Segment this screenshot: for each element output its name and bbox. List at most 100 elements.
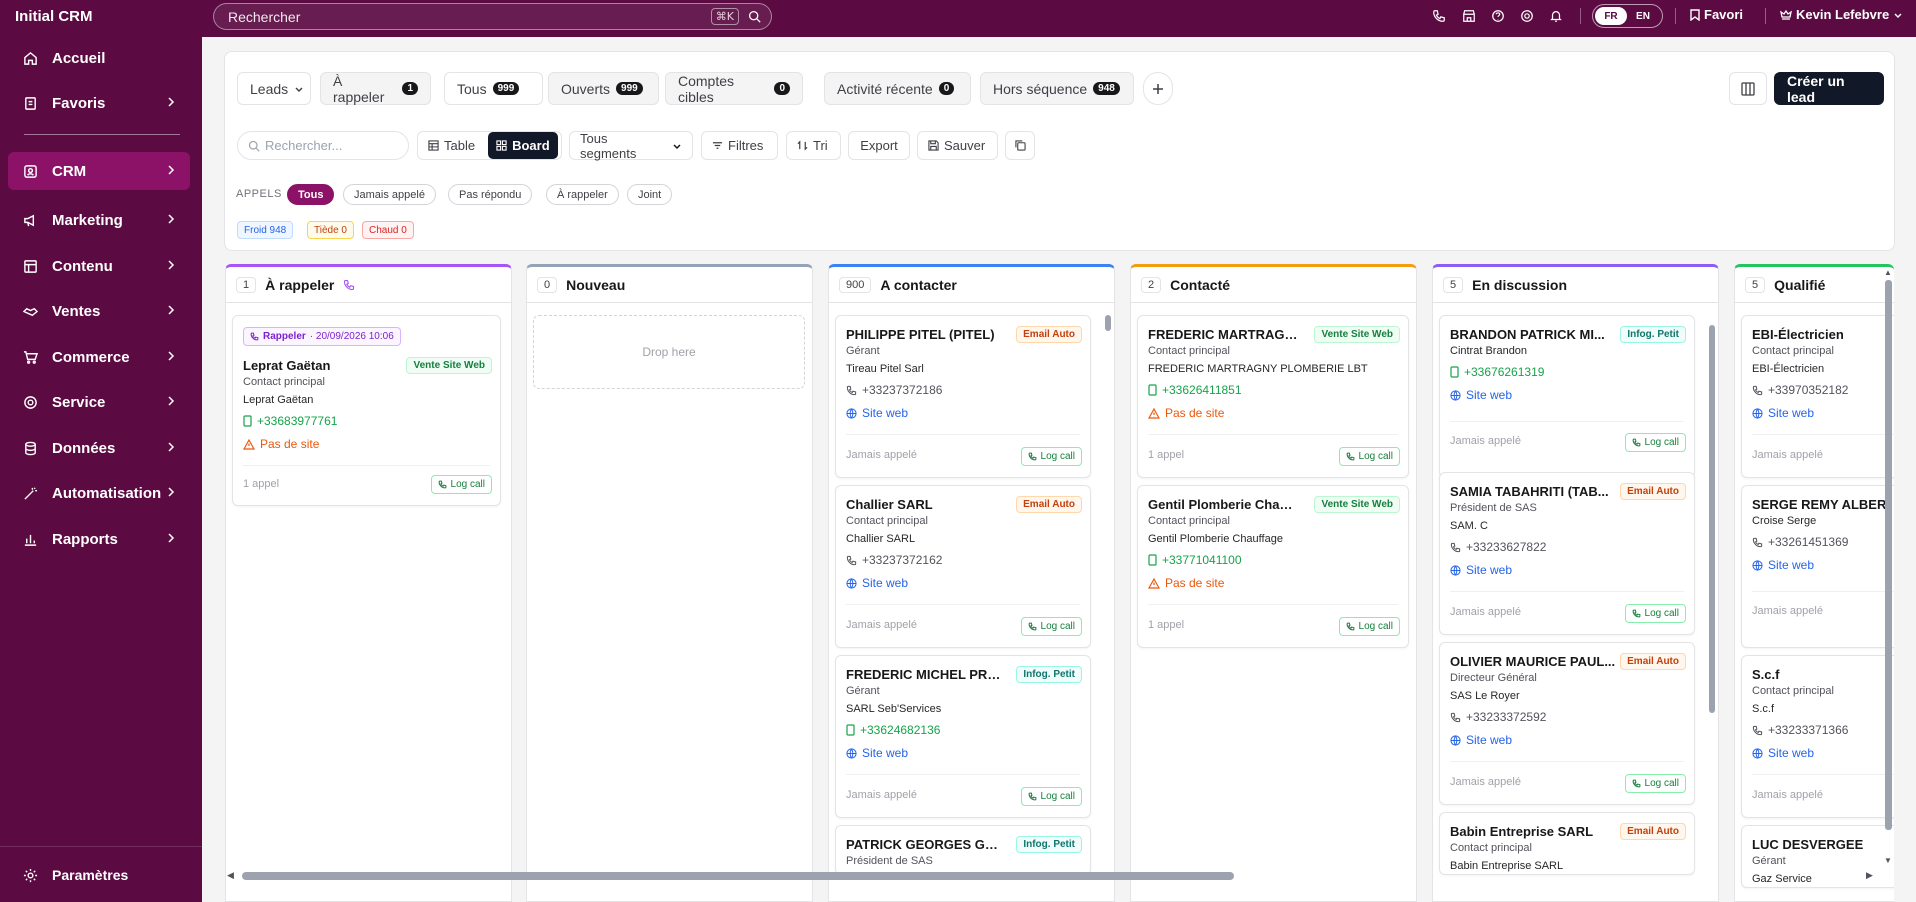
scroll-up-arrow-icon[interactable]: ▲ [1884,268,1892,277]
settings-icon[interactable] [1519,8,1535,24]
drop-zone[interactable]: Drop here [533,315,805,389]
bell-icon[interactable] [1548,8,1564,24]
scroll-down-arrow-icon[interactable]: ▼ [1884,856,1892,865]
lead-card[interactable]: PATRICK GEORGES GUY... Infog. Petit Prés… [835,825,1091,875]
sidebar-item-ventes[interactable]: Ventes [8,292,190,330]
sidebar-item-favoris[interactable]: Favoris [8,84,190,122]
phone-icon[interactable] [1431,8,1447,24]
store-icon[interactable] [1461,8,1477,24]
user-menu[interactable]: Kevin Lefebvre [1780,7,1903,22]
save-button[interactable]: Sauver [917,131,998,160]
lead-phone[interactable]: +33233372592 [1450,710,1546,724]
lead-website-link[interactable]: Site web [1752,746,1814,760]
tab-ouverts[interactable]: Ouverts 999 [548,72,659,105]
lang-fr-button[interactable]: FR [1595,7,1627,25]
calls-filter-jamais-appele[interactable]: Jamais appelé [343,184,436,205]
lead-mobile[interactable]: +33626411851 [1148,383,1242,397]
sidebar-item-parametres[interactable]: Paramètres [8,856,190,894]
columns-toggle-button[interactable] [1729,72,1767,105]
sidebar-item-automatisation[interactable]: Automatisation [8,474,190,512]
calls-filter-tous[interactable]: Tous [287,184,335,205]
column-scrollbar[interactable] [1105,315,1111,331]
log-call-button[interactable]: Log call [1624,774,1686,793]
log-call-button[interactable]: Log call [1020,617,1082,636]
log-call-button[interactable]: Log call [430,475,492,494]
entity-select[interactable]: Leads [237,72,311,105]
lead-card[interactable]: FREDERIC MICHEL PRU... Infog. Petit Géra… [835,655,1091,818]
lead-card[interactable]: PHILIPPE PITEL (PITEL) Email Auto Gérant… [835,315,1091,478]
table-view-button[interactable]: Table [420,134,483,157]
lead-mobile[interactable]: +33683977761 [243,414,337,428]
log-call-button[interactable]: Log call [1020,787,1082,806]
sidebar-item-accueil[interactable]: Accueil [8,39,190,77]
board-horizontal-scrollbar[interactable] [242,872,1234,880]
lead-website-link[interactable]: Site web [846,746,908,760]
log-call-button[interactable]: Log call [1624,604,1686,623]
lead-phone[interactable]: +33233371366 [1752,723,1848,737]
lead-card[interactable]: Babin Entreprise SARL Email Auto Contact… [1439,812,1695,875]
lead-website-link[interactable]: Site web [846,576,908,590]
calls-filter-joint[interactable]: Joint [627,184,673,205]
board-search-input[interactable]: Rechercher... [237,131,409,160]
lead-card[interactable]: SERGE REMY ALBER Croise Serge +332614513… [1741,485,1894,648]
lead-phone[interactable]: +33237372186 [846,383,942,397]
lead-phone[interactable]: +33233627822 [1450,540,1546,554]
lead-card[interactable]: Challier SARL Email Auto Contact princip… [835,485,1091,648]
lead-website-link[interactable]: Site web [846,406,908,420]
log-call-button[interactable]: Log call [1020,447,1082,466]
lead-phone[interactable]: +33237372162 [846,553,942,567]
sidebar-item-marketing[interactable]: Marketing [8,201,190,239]
create-lead-button[interactable]: Créer un lead [1774,72,1884,105]
scroll-left-arrow-icon[interactable]: ◀ [227,870,234,881]
tab-comptes-cibles[interactable]: Comptes cibles 0 [665,72,803,105]
export-button[interactable]: Export [848,131,910,160]
lead-website-link[interactable]: Site web [1752,558,1814,572]
column-scrollbar[interactable] [1709,325,1715,713]
help-icon[interactable] [1490,8,1506,24]
add-tab-button[interactable] [1143,72,1173,105]
board-view-button[interactable]: Board [488,132,558,159]
lead-website-link[interactable]: Site web [1450,388,1512,402]
lead-phone[interactable]: +33261451369 [1752,535,1848,549]
sidebar-item-service[interactable]: Service [8,383,190,421]
lead-website-link[interactable]: Site web [1752,406,1814,420]
language-switcher[interactable]: FR EN [1592,4,1663,28]
duplicate-button[interactable] [1005,131,1035,160]
board-vertical-scrollbar[interactable] [1885,280,1892,830]
tab-a-rappeler[interactable]: À rappeler 1 [320,72,431,105]
temperature-hot-badge[interactable]: Chaud 0 [362,221,414,239]
global-search-input[interactable]: Rechercher ⌘K [213,3,772,30]
lead-card[interactable]: S.c.f Contact principal S.c.f +332333713… [1741,655,1894,818]
calls-filter-pas-repondu[interactable]: Pas répondu [448,184,533,205]
lang-en-button[interactable]: EN [1627,7,1659,25]
lead-mobile[interactable]: +33624682136 [846,723,940,737]
lead-card[interactable]: EBI-Électricien Contact principal EBI-Él… [1741,315,1894,478]
lead-phone[interactable]: +33970352182 [1752,383,1848,397]
favori-button[interactable]: Favori [1690,7,1743,22]
lead-card[interactable]: SAMIA TABAHRITI (TAB... Email Auto Prési… [1439,472,1695,635]
segments-select[interactable]: Tous segments [569,131,693,161]
sort-button[interactable]: Tri [786,131,841,160]
log-call-button[interactable]: Log call [1338,447,1400,466]
tab-tous[interactable]: Tous 999 [444,72,543,105]
log-call-button[interactable]: Log call [1338,617,1400,636]
lead-mobile[interactable]: +33771041100 [1148,553,1242,567]
lead-website-link[interactable]: Site web [1450,733,1512,747]
sidebar-item-commerce[interactable]: Commerce [8,338,190,376]
sidebar-item-donnees[interactable]: Données [8,429,190,467]
lead-card[interactable]: BRANDON PATRICK MI... Infog. Petit Cintr… [1439,315,1695,478]
lead-card[interactable]: OLIVIER MAURICE PAUL... Email Auto Direc… [1439,642,1695,805]
lead-card[interactable]: FREDERIC MARTRAGN... Vente Site Web Cont… [1137,315,1409,478]
lead-website-link[interactable]: Site web [1450,563,1512,577]
lead-card[interactable]: Rappeler · 20/09/2026 10:06 Leprat Gaëta… [232,315,501,506]
tab-activite-recente[interactable]: Activité récente 0 [824,72,971,105]
sidebar-item-rapports[interactable]: Rapports [8,520,190,558]
temperature-warm-badge[interactable]: Tiède 0 [307,221,354,239]
calls-filter-a-rappeler[interactable]: À rappeler [546,184,619,205]
log-call-button[interactable]: Log call [1624,433,1686,452]
tab-hors-sequence[interactable]: Hors séquence 948 [980,72,1134,105]
scroll-right-arrow-icon[interactable]: ▶ [1866,870,1873,881]
sidebar-item-contenu[interactable]: Contenu [8,247,190,285]
lead-mobile[interactable]: +33676261319 [1450,365,1544,379]
temperature-cold-badge[interactable]: Froid 948 [237,221,294,239]
